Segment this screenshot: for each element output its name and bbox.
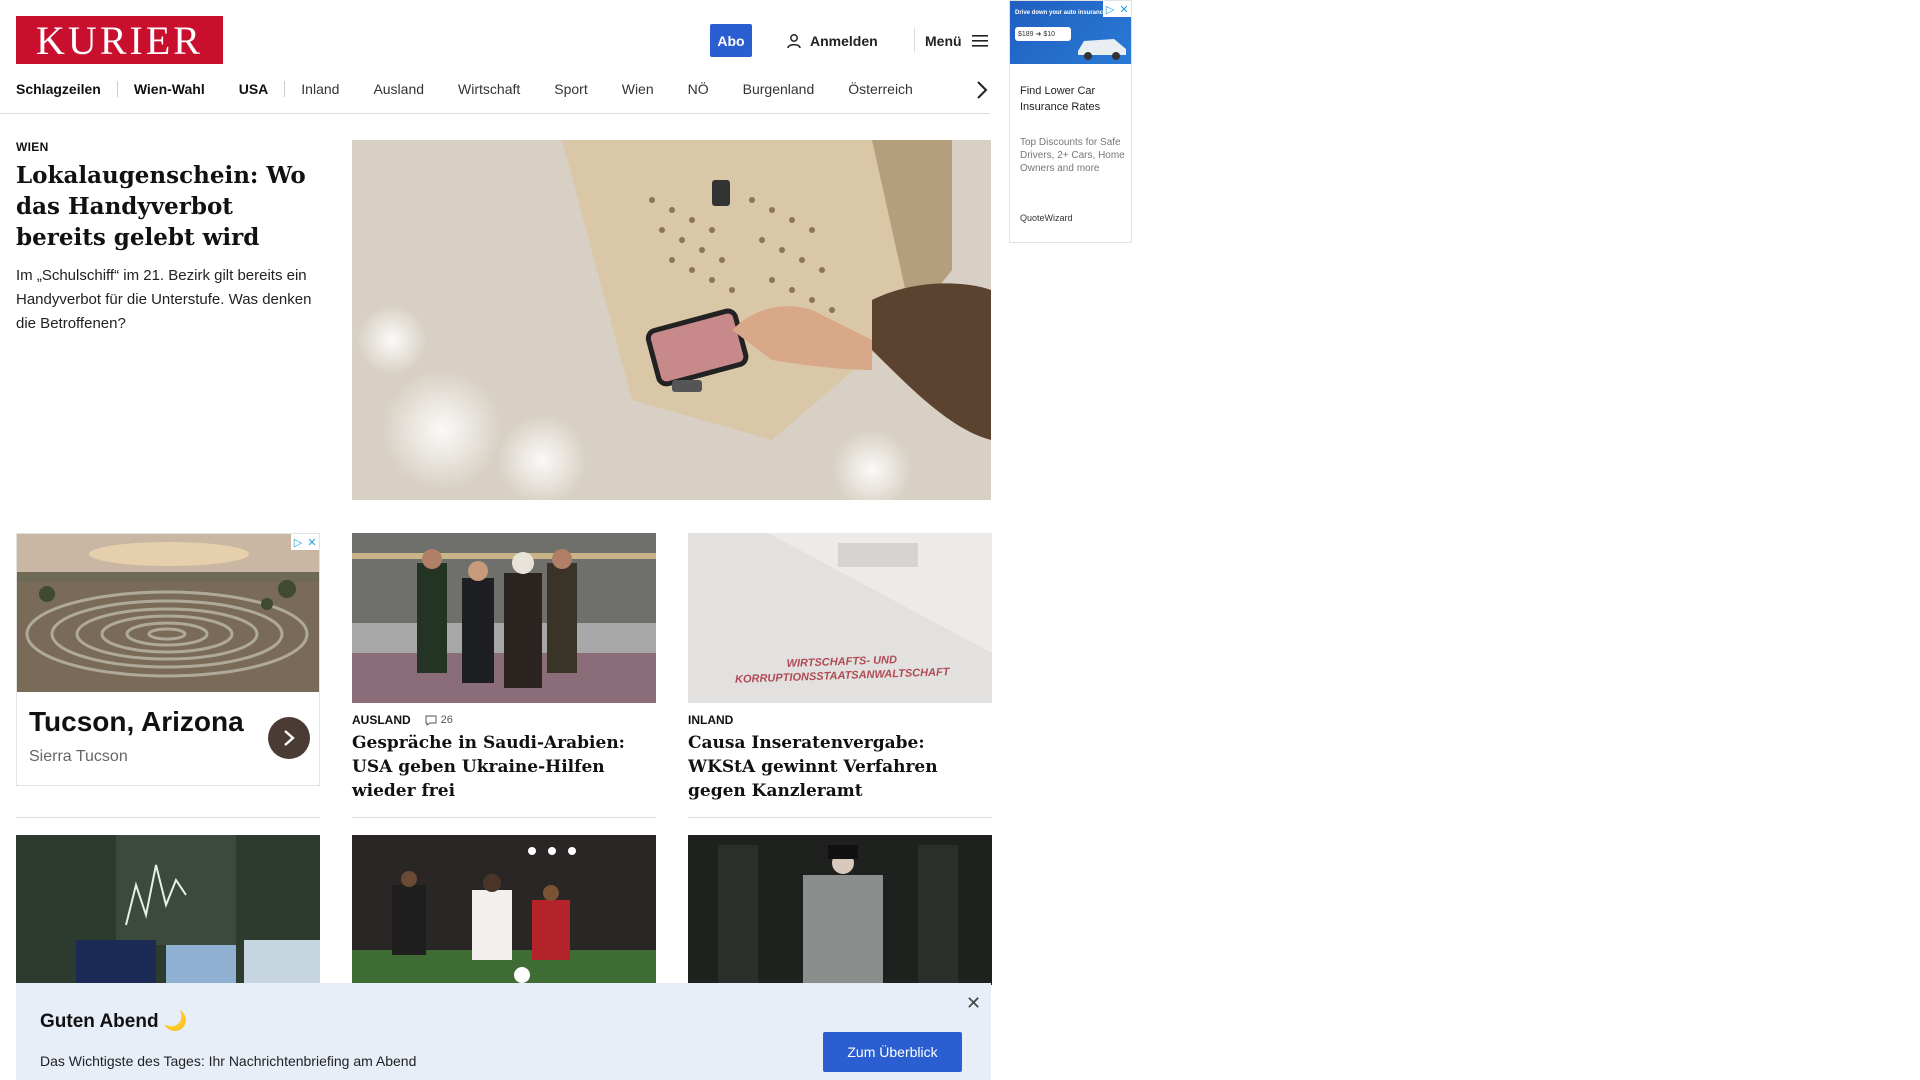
- briefing-overview-button[interactable]: Zum Überblick: [823, 1032, 962, 1072]
- nav-item-wirtschaft[interactable]: Wirtschaft: [458, 81, 537, 97]
- ad-advertiser: Sierra Tucson: [29, 748, 128, 765]
- article-card-stock[interactable]: [16, 835, 320, 985]
- car-icon: [1078, 39, 1126, 60]
- kurier-logo[interactable]: KURIER: [16, 16, 223, 64]
- header-divider: [914, 28, 915, 52]
- ad-close-icon[interactable]: ✕: [305, 534, 319, 550]
- article-image-fashion: [688, 835, 992, 985]
- lead-headline[interactable]: Lokalaugenschein: Wo das Handyverbot ber…: [16, 160, 316, 253]
- article-kicker[interactable]: AUSLAND: [352, 713, 411, 727]
- ad-choices-icon[interactable]: ▷: [291, 534, 305, 550]
- card-divider: [352, 817, 656, 818]
- evening-briefing-banner: Guten Abend 🌙 Das Wichtigste des Tages: …: [16, 983, 991, 1080]
- login-label: Anmelden: [810, 33, 878, 49]
- nav-item-wien-wahl[interactable]: Wien-Wahl: [134, 81, 222, 97]
- sidebar-ad-price: $189 ➜ $10: [1015, 27, 1071, 41]
- menu-label: Menü: [925, 33, 962, 49]
- ad-image-labyrinth: [17, 534, 319, 692]
- sidebar-ad-brand: QuoteWizard: [1020, 213, 1073, 223]
- sidebar-ad-headline: Find Lower Car Insurance Rates: [1020, 85, 1101, 113]
- sidebar-ad-choices[interactable]: ▷ ✕: [1103, 1, 1131, 17]
- main-nav: Schlagzeilen Wien-Wahl USA Inland Auslan…: [16, 75, 996, 103]
- card-divider: [688, 817, 992, 818]
- comments-count[interactable]: 26: [425, 714, 453, 726]
- article-headline[interactable]: Gespräche in Saudi-Arabien: USA geben Uk…: [352, 731, 656, 803]
- article-headline[interactable]: Causa Inseratenvergabe: WKStA gewinnt Ve…: [688, 731, 992, 803]
- nav-item-sport[interactable]: Sport: [554, 81, 604, 97]
- sidebar-ad[interactable]: Drive down your auto insurance $189 ➜ $1…: [1009, 0, 1132, 243]
- ad-close-icon[interactable]: ✕: [1117, 1, 1131, 17]
- menu-button[interactable]: Menü: [925, 30, 988, 52]
- nav-item-noe[interactable]: NÖ: [688, 81, 726, 97]
- nav-item-inland[interactable]: Inland: [301, 81, 356, 97]
- nav-item-oesterreich[interactable]: Österreich: [848, 81, 930, 97]
- article-image-saudi: [352, 533, 656, 703]
- login-button[interactable]: Anmelden: [786, 30, 878, 52]
- user-icon: [787, 34, 801, 49]
- comment-icon: [425, 715, 437, 726]
- article-kicker[interactable]: INLAND: [688, 713, 733, 727]
- nav-item-ausland[interactable]: Ausland: [373, 81, 441, 97]
- hamburger-icon: [971, 35, 988, 47]
- article-card-wksta[interactable]: WIRTSCHAFTS- UND KORRUPTIONSSTAATSANWALT…: [688, 533, 992, 803]
- close-icon[interactable]: ✕: [966, 993, 981, 1014]
- sidebar-ad-body: Top Discounts for Safe Drivers, 2+ Cars,…: [1020, 137, 1125, 174]
- comments-count-value: 26: [440, 714, 453, 726]
- article-card-football[interactable]: [352, 835, 656, 985]
- ad-title: Tucson, Arizona: [29, 706, 244, 737]
- ad-arrow-icon[interactable]: [268, 717, 310, 759]
- ad-choices[interactable]: ▷ ✕: [291, 534, 319, 550]
- sidebar-ad-banner: Drive down your auto insurance $189 ➜ $1…: [1010, 1, 1131, 64]
- article-card-fashion[interactable]: [688, 835, 992, 985]
- lead-image-phone-locker[interactable]: [352, 140, 991, 500]
- briefing-text: Das Wichtigste des Tages: Ihr Nachrichte…: [40, 1053, 417, 1069]
- nav-item-schlagzeilen[interactable]: Schlagzeilen: [16, 81, 118, 97]
- article-image-stock-exchange: [16, 835, 320, 985]
- sponsored-ad-tile[interactable]: ▷ ✕ Tucson, Arizona Sierra Tucson: [16, 533, 320, 786]
- abo-button[interactable]: Abo: [710, 24, 752, 57]
- ad-choices-icon[interactable]: ▷: [1103, 1, 1117, 17]
- lead-kicker[interactable]: WIEN: [16, 140, 49, 154]
- nav-next-chevron-icon[interactable]: [976, 80, 988, 106]
- nav-item-usa[interactable]: USA: [239, 81, 286, 97]
- briefing-title: Guten Abend 🌙: [40, 1011, 188, 1032]
- nav-divider: [0, 113, 990, 114]
- article-image-football: [352, 835, 656, 985]
- nav-item-wien[interactable]: Wien: [622, 81, 671, 97]
- article-card-saudi[interactable]: AUSLAND 26 Gespräche in Saudi-Arabien: U…: [352, 533, 656, 803]
- nav-item-burgenland[interactable]: Burgenland: [743, 81, 832, 97]
- lead-teaser[interactable]: Im „Schulschiff“ im 21. Bezirk gilt bere…: [16, 264, 316, 336]
- article-image-wksta: WIRTSCHAFTS- UND KORRUPTIONSSTAATSANWALT…: [688, 533, 992, 703]
- card-divider: [16, 817, 320, 818]
- sidebar-ad-banner-text: Drive down your auto insurance: [1015, 10, 1107, 16]
